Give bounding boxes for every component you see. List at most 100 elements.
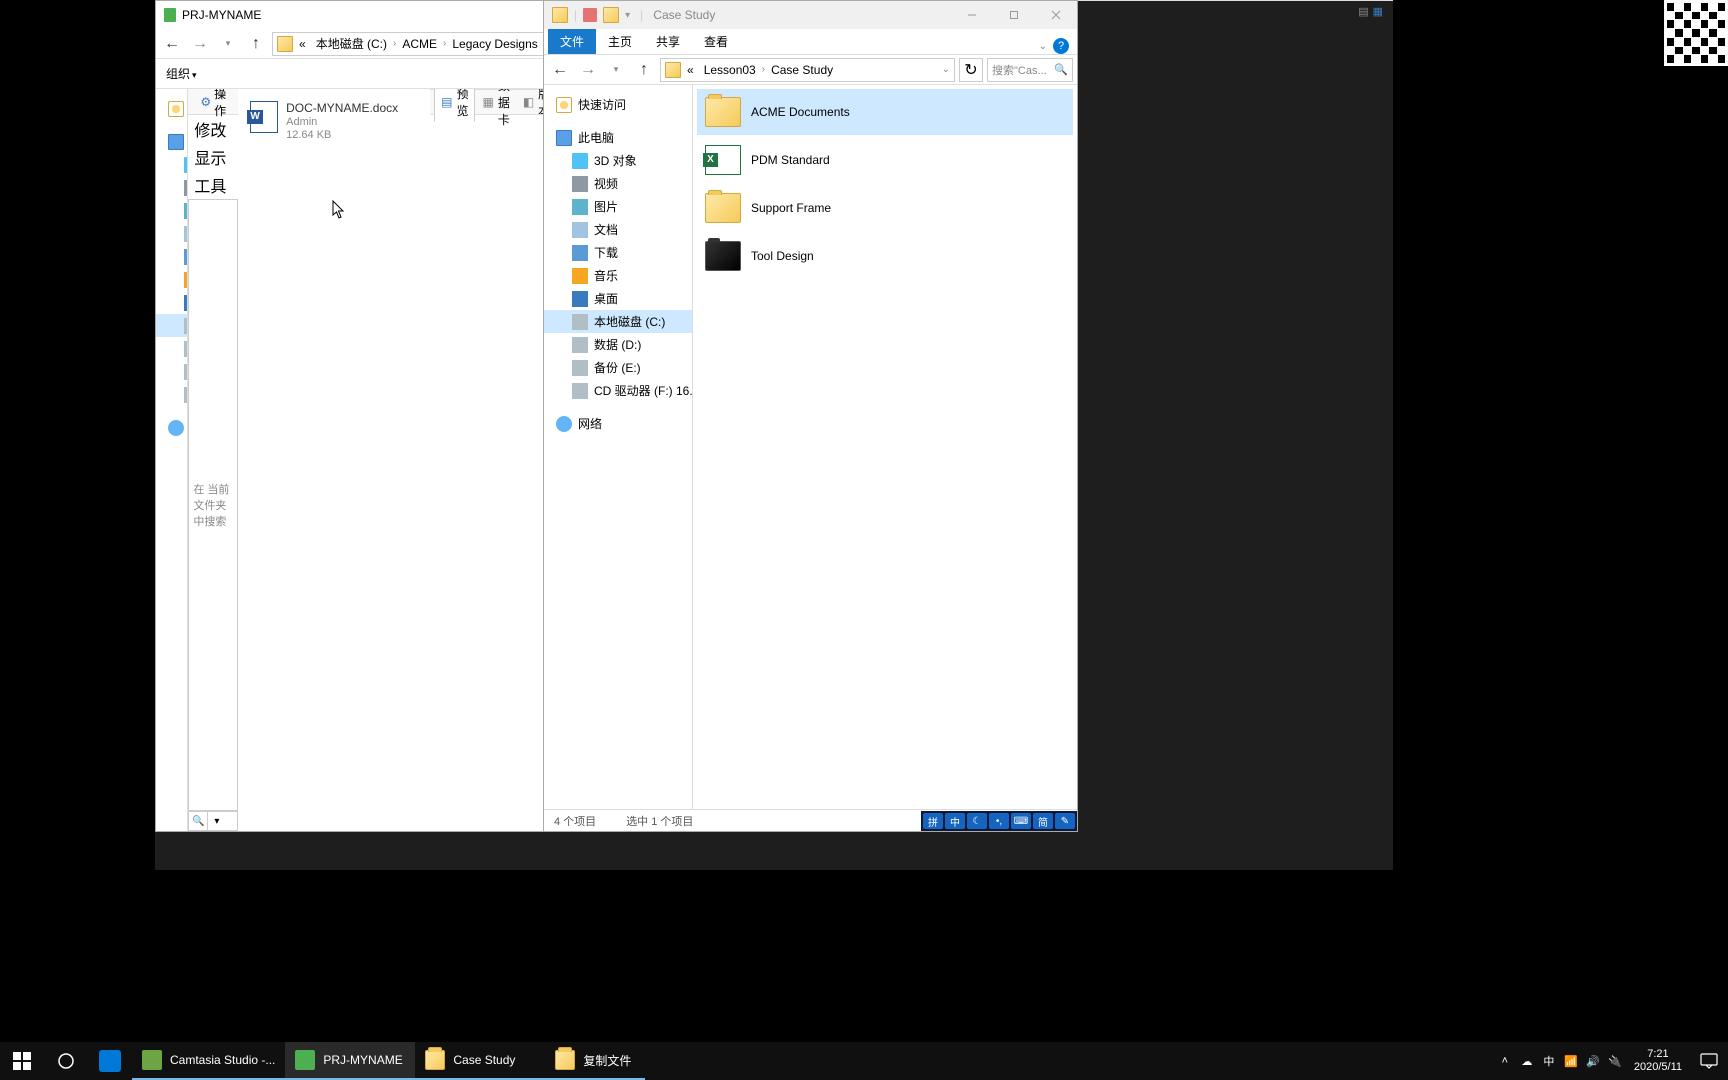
tree-drive-c[interactable]: 本地磁盘 (C:) [544, 310, 692, 333]
ime-pill[interactable]: ☾ [967, 813, 987, 829]
nav-up-button[interactable]: ↑ [632, 58, 656, 82]
taskbar-task-prj[interactable]: PRJ-MYNAME [285, 1042, 415, 1080]
tree-documents[interactable]: 文档 [156, 222, 187, 245]
folder-item-pdm-standard[interactable]: PDM Standard [697, 137, 1073, 183]
nav-up-button[interactable]: ↑ [244, 32, 268, 56]
pdm-search-input[interactable]: 在 当前文件夹 中搜索 [188, 199, 238, 811]
tab-datacard[interactable]: ▦数据卡 [476, 89, 515, 130]
nav-history-button[interactable]: ▾ [216, 32, 240, 56]
close-button[interactable] [1035, 1, 1077, 29]
qat-icon[interactable] [583, 8, 597, 22]
ribbon-tab-home[interactable]: 主页 [596, 29, 644, 54]
tree-music[interactable]: 音乐 [156, 268, 187, 291]
nav-back-button[interactable]: ← [548, 58, 572, 82]
nav-forward-button[interactable]: → [576, 58, 600, 82]
tree-3d-objects[interactable]: 3D 对象 [544, 149, 692, 172]
help-button[interactable]: ? [1053, 38, 1069, 54]
folder-item-tool-design[interactable]: Tool Design [697, 233, 1073, 279]
tree-3d-objects[interactable]: 3D 对象 [156, 153, 187, 176]
address-dropdown-icon[interactable]: ⌄ [942, 64, 950, 75]
tree-drive-f[interactable]: CD 驱动器 (F:) 16.0.42 [544, 379, 692, 402]
tree-downloads[interactable]: 下载 [156, 245, 187, 268]
tree-pictures[interactable]: 图片 [156, 199, 187, 222]
taskbar-task-camtasia[interactable]: Camtasia Studio -... [132, 1042, 285, 1080]
nav-history-button[interactable]: ▾ [604, 58, 628, 82]
ime-status-bar[interactable]: 拼 中 ☾ •, ⌨ 简 ✎ [921, 811, 1077, 831]
cortana-button[interactable] [44, 1042, 88, 1080]
tray-wifi-icon[interactable]: 📶 [1560, 1042, 1582, 1080]
ime-pill[interactable]: 中 [945, 813, 965, 829]
refresh-button[interactable]: ↻ [959, 58, 983, 82]
tree-desktop[interactable]: 桌面 [156, 291, 187, 314]
tree-music[interactable]: 音乐 [544, 264, 692, 287]
nav-forward-button[interactable]: → [188, 32, 212, 56]
folder-item-acme-documents[interactable]: ACME Documents [697, 89, 1073, 135]
tray-ime-icon[interactable]: 中 [1538, 1042, 1560, 1080]
tree-quick-access[interactable]: 快速访问 [544, 93, 692, 116]
taskbar-task-casestudy[interactable]: Case Study [415, 1042, 545, 1080]
tree-pictures[interactable]: 图片 [544, 195, 692, 218]
tray-volume-icon[interactable]: 🔊 [1582, 1042, 1604, 1080]
tree-drive-e[interactable]: 备份 (E:) [544, 356, 692, 379]
tree-drive-d[interactable]: 数据 (D:) [156, 337, 187, 360]
tab-preview[interactable]: ▤预览 [434, 89, 475, 122]
tree-network[interactable]: 网络 [156, 416, 187, 439]
tray-onedrive-icon[interactable]: ☁ [1516, 1042, 1538, 1080]
breadcrumb-root[interactable]: « [295, 35, 310, 53]
ribbon-tab-view[interactable]: 查看 [692, 29, 740, 54]
search-input[interactable]: 搜索"Cas... 🔍 [987, 58, 1073, 82]
ribbon-tab-share[interactable]: 共享 [644, 29, 692, 54]
tree-this-pc[interactable]: 此电脑 [156, 130, 187, 153]
folder-view[interactable]: ACME Documents PDM Standard Support Fram… [692, 85, 1077, 809]
maximize-button[interactable] [993, 1, 1035, 29]
ime-pill[interactable]: 简 [1033, 813, 1053, 829]
tree-downloads[interactable]: 下载 [544, 241, 692, 264]
action-center-button[interactable] [1690, 1042, 1728, 1080]
ime-pill[interactable]: •, [989, 813, 1009, 829]
tree-quick-access[interactable]: 快速访问 [156, 97, 187, 120]
tree-network[interactable]: 网络 [544, 412, 692, 435]
breadcrumb-acme[interactable]: ACME [398, 35, 441, 53]
tray-power-icon[interactable]: 🔌 [1604, 1042, 1626, 1080]
start-button[interactable] [0, 1042, 44, 1080]
tree-documents[interactable]: 文档 [544, 218, 692, 241]
taskbar-clock[interactable]: 7:21 2020/5/11 [1626, 1048, 1690, 1074]
ribbon-tab-file[interactable]: 文件 [548, 29, 596, 54]
view-tiles-button[interactable]: ▦ [1373, 5, 1383, 18]
breadcrumb-drive[interactable]: 本地磁盘 (C:) [312, 33, 391, 54]
search-dropdown-button[interactable]: ▾ [207, 812, 225, 830]
file-item[interactable]: DOC-MYNAME.docx Admin 12.64 KB [246, 97, 422, 145]
folder-item-support-frame[interactable]: Support Frame [697, 185, 1073, 231]
titlebar[interactable]: | ▾ | Case Study [544, 1, 1077, 29]
pdm-menu-tools[interactable]: 工具 [188, 171, 238, 199]
folder-icon[interactable] [603, 7, 619, 23]
pdm-menu-modify[interactable]: 修改 [188, 115, 238, 143]
breadcrumb-casestudy[interactable]: Case Study [767, 61, 837, 79]
view-details-button[interactable]: ▤ [1358, 5, 1368, 18]
tree-drive-e[interactable]: 备份 (E:) [156, 360, 187, 383]
organize-menu[interactable]: 组织▾ [166, 65, 197, 82]
nav-back-button[interactable]: ← [160, 32, 184, 56]
tree-drive-f[interactable]: CD 驱动器 (F:) 16.0.42 [156, 383, 187, 406]
tray-expand-button[interactable]: ˄ [1494, 1042, 1516, 1080]
tree-videos[interactable]: 视频 [156, 176, 187, 199]
file-list[interactable]: DOC-MYNAME.docx Admin 12.64 KB [238, 89, 430, 831]
search-execute-button[interactable]: 🔍 [189, 812, 207, 830]
breadcrumb-legacy[interactable]: Legacy Designs [448, 35, 541, 53]
breadcrumb-root[interactable]: « [683, 61, 698, 79]
taskbar-task-copy[interactable]: 复制文件 [545, 1042, 645, 1080]
tree-drive-d[interactable]: 数据 (D:) [544, 333, 692, 356]
ime-pill[interactable]: ✎ [1055, 813, 1075, 829]
pdm-menu-display[interactable]: 显示 [188, 143, 238, 171]
breadcrumb-lesson[interactable]: Lesson03 [700, 61, 760, 79]
tree-drive-c[interactable]: 本地磁盘 (C:) [156, 314, 187, 337]
ime-pill[interactable]: 拼 [923, 813, 943, 829]
ime-pill[interactable]: ⌨ [1011, 813, 1031, 829]
tree-videos[interactable]: 视频 [544, 172, 692, 195]
address-bar[interactable]: « Lesson03› Case Study ⌄ [660, 58, 955, 82]
tree-desktop[interactable]: 桌面 [544, 287, 692, 310]
ribbon-expand-button[interactable]: ⌄ [1039, 41, 1047, 52]
minimize-button[interactable] [951, 1, 993, 29]
taskbar-pinned-app[interactable] [88, 1042, 132, 1080]
tree-this-pc[interactable]: 此电脑 [544, 126, 692, 149]
